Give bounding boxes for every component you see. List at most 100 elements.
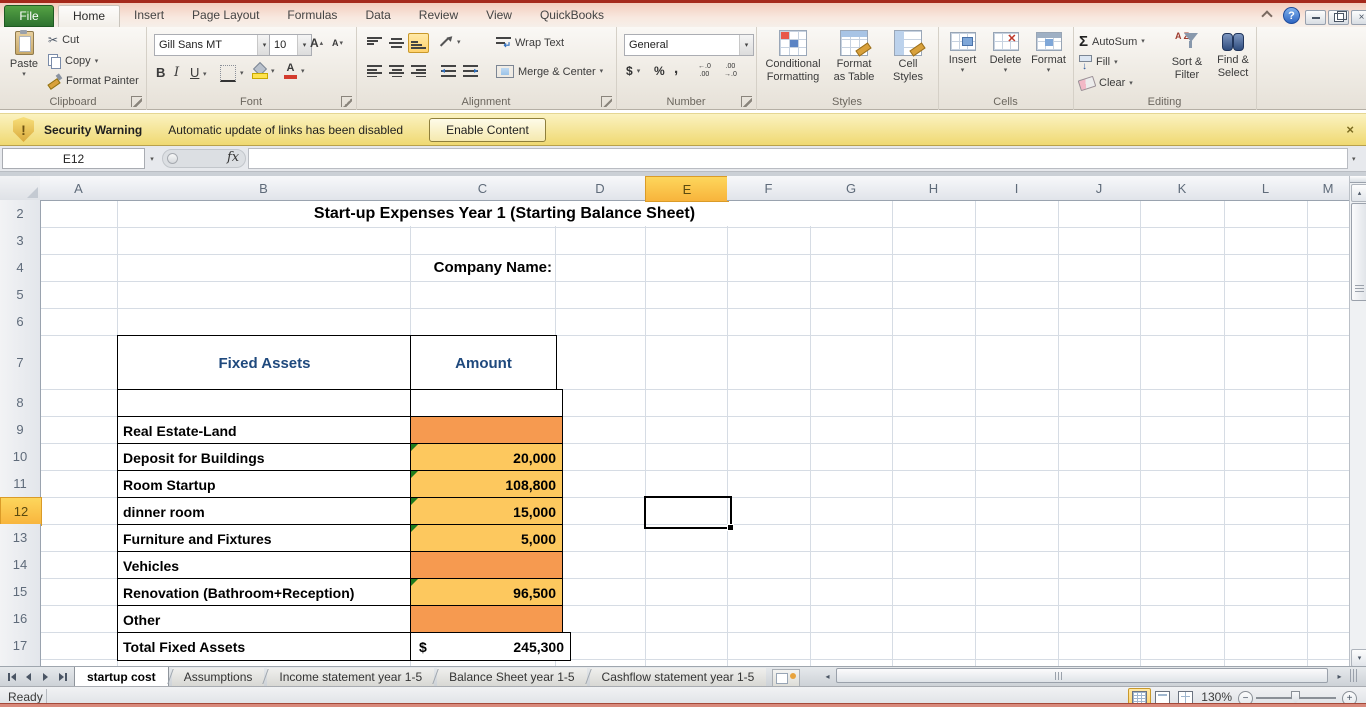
tab-page-layout[interactable]: Page Layout: [178, 5, 273, 27]
find-select-button[interactable]: Find & Select: [1211, 30, 1255, 94]
format-as-table-button[interactable]: Format as Table: [828, 30, 880, 94]
cell-c11[interactable]: 108,800: [410, 470, 563, 499]
format-cells-button[interactable]: Format ▾: [1028, 32, 1069, 92]
align-middle-button[interactable]: [386, 33, 407, 53]
row-header-6[interactable]: 6: [0, 308, 41, 336]
fill-color-dropdown-icon[interactable]: ▾: [271, 68, 275, 75]
decrease-indent-button[interactable]: ◂: [438, 61, 459, 81]
autosum-button[interactable]: Σ AutoSum ▾: [1079, 34, 1145, 49]
cell-styles-button[interactable]: Cell Styles: [882, 30, 934, 94]
font-size-combo[interactable]: 10 ▾: [269, 34, 312, 56]
row-header-7[interactable]: 7: [0, 335, 41, 390]
row-header-partial[interactable]: [0, 659, 41, 666]
row-header-9[interactable]: 9: [0, 416, 41, 444]
cell-b14[interactable]: Vehicles: [117, 551, 417, 580]
horizontal-scroll-thumb[interactable]: [836, 668, 1328, 683]
minimize-window-button[interactable]: [1305, 10, 1326, 25]
row-header-11[interactable]: 11: [0, 470, 41, 498]
next-sheet-button[interactable]: [38, 669, 53, 684]
underline-dropdown-icon[interactable]: ▾: [203, 71, 207, 78]
column-header-g[interactable]: G: [810, 176, 893, 201]
column-header-l[interactable]: L: [1224, 176, 1308, 201]
expand-formula-bar-icon[interactable]: ▾: [1352, 155, 1356, 163]
scrollbar-split-handle[interactable]: [1350, 176, 1366, 183]
zoom-level[interactable]: 130%: [1192, 690, 1232, 704]
row-header-13[interactable]: 13: [0, 524, 41, 552]
cell-b9[interactable]: Real Estate-Land: [117, 416, 417, 445]
sheet-tab-income-statement-year-1-5[interactable]: Income statement year 1-5: [267, 668, 434, 686]
hscroll-right-icon[interactable]: ▸: [1332, 668, 1347, 684]
format-dropdown-icon[interactable]: ▾: [1047, 67, 1051, 74]
align-top-button[interactable]: [364, 33, 385, 53]
cell-b11[interactable]: Room Startup: [117, 470, 417, 499]
row-header-3[interactable]: 3: [0, 227, 41, 255]
merge-dropdown-icon[interactable]: ▾: [600, 68, 604, 75]
fill-button[interactable]: ↓ Fill ▾: [1079, 55, 1118, 69]
cell-b13[interactable]: Furniture and Fixtures: [117, 524, 417, 553]
alignment-dialog-launcher[interactable]: [601, 96, 612, 107]
previous-sheet-button[interactable]: [21, 669, 36, 684]
align-right-button[interactable]: [408, 61, 429, 81]
font-color-button[interactable]: A ▾: [284, 63, 305, 79]
align-center-button[interactable]: [386, 61, 407, 81]
cell-b8[interactable]: [117, 389, 417, 418]
cell-c16[interactable]: [410, 605, 563, 634]
italic-button[interactable]: I: [174, 65, 179, 80]
row-header-12[interactable]: 12: [0, 497, 42, 526]
row-header-4[interactable]: 4: [0, 254, 41, 282]
fx-icon[interactable]: fx: [227, 150, 239, 165]
tab-home[interactable]: Home: [58, 5, 120, 27]
format-painter-button[interactable]: Format Painter: [48, 74, 139, 87]
borders-dropdown-icon[interactable]: ▾: [240, 70, 244, 77]
autosum-dropdown-icon[interactable]: ▾: [1141, 38, 1145, 45]
row-header-10[interactable]: 10: [0, 443, 41, 471]
cell-b15[interactable]: Renovation (Bathroom+Reception): [117, 578, 417, 607]
cell-b16[interactable]: Other: [117, 605, 417, 634]
company-name-cell[interactable]: Company Name:: [252, 255, 552, 279]
number-format-dropdown-icon[interactable]: ▾: [739, 35, 753, 55]
font-size-dropdown-icon[interactable]: ▾: [297, 35, 311, 55]
sheet-tab-assumptions[interactable]: Assumptions: [172, 668, 265, 686]
minimize-ribbon-icon[interactable]: [1261, 10, 1272, 21]
cell-b12[interactable]: dinner room: [117, 497, 417, 526]
cell-c17[interactable]: $245,300: [410, 632, 571, 661]
row-header-8[interactable]: 8: [0, 389, 41, 417]
name-box-dropdown-icon[interactable]: ▾: [145, 148, 159, 169]
restore-window-button[interactable]: [1328, 10, 1349, 25]
vertical-scrollbar[interactable]: ▴ ▾: [1349, 176, 1366, 666]
sheet-title-cell[interactable]: Start-up Expenses Year 1 (Starting Balan…: [118, 201, 891, 226]
cell-c15[interactable]: 96,500: [410, 578, 563, 607]
fill-dropdown-icon[interactable]: ▾: [1114, 59, 1118, 66]
cell-b10[interactable]: Deposit for Buildings: [117, 443, 417, 472]
orientation-button[interactable]: ▾: [438, 35, 461, 49]
insert-dropdown-icon[interactable]: ▾: [961, 67, 965, 74]
hscroll-left-icon[interactable]: ◂: [820, 668, 835, 684]
tab-formulas[interactable]: Formulas: [273, 5, 351, 27]
column-header-c[interactable]: C: [410, 176, 556, 201]
column-header-h[interactable]: H: [892, 176, 976, 201]
paste-dropdown-icon[interactable]: ▾: [22, 71, 26, 78]
font-dialog-launcher[interactable]: [341, 96, 352, 107]
column-header-m[interactable]: M: [1307, 176, 1350, 201]
name-box[interactable]: E12: [2, 148, 145, 169]
cell-c8[interactable]: [410, 389, 563, 418]
font-color-dropdown-icon[interactable]: ▾: [301, 68, 305, 75]
insert-worksheet-button[interactable]: [772, 669, 800, 687]
delete-cells-button[interactable]: Delete ▾: [985, 32, 1026, 92]
number-format-combo[interactable]: General ▾: [624, 34, 754, 56]
sort-filter-button[interactable]: A Z Sort & Filter: [1165, 30, 1209, 94]
cell-c14[interactable]: [410, 551, 563, 580]
copy-button[interactable]: Copy ▾: [48, 54, 98, 68]
insert-function-button[interactable]: [167, 153, 178, 164]
align-bottom-button[interactable]: [408, 33, 429, 53]
security-close-icon[interactable]: ×: [1346, 122, 1354, 137]
vertical-scroll-thumb[interactable]: [1351, 203, 1366, 301]
increase-indent-button[interactable]: ▸: [460, 61, 481, 81]
accounting-dropdown-icon[interactable]: ▾: [637, 68, 641, 75]
cut-button[interactable]: ✂ Cut: [48, 34, 79, 46]
column-header-i[interactable]: I: [975, 176, 1059, 201]
orientation-dropdown-icon[interactable]: ▾: [457, 39, 461, 46]
number-dialog-launcher[interactable]: [741, 96, 752, 107]
decrease-decimal-button[interactable]: .00 →.0: [724, 63, 737, 80]
sheet-tab-startup-cost[interactable]: startup cost: [74, 667, 169, 686]
